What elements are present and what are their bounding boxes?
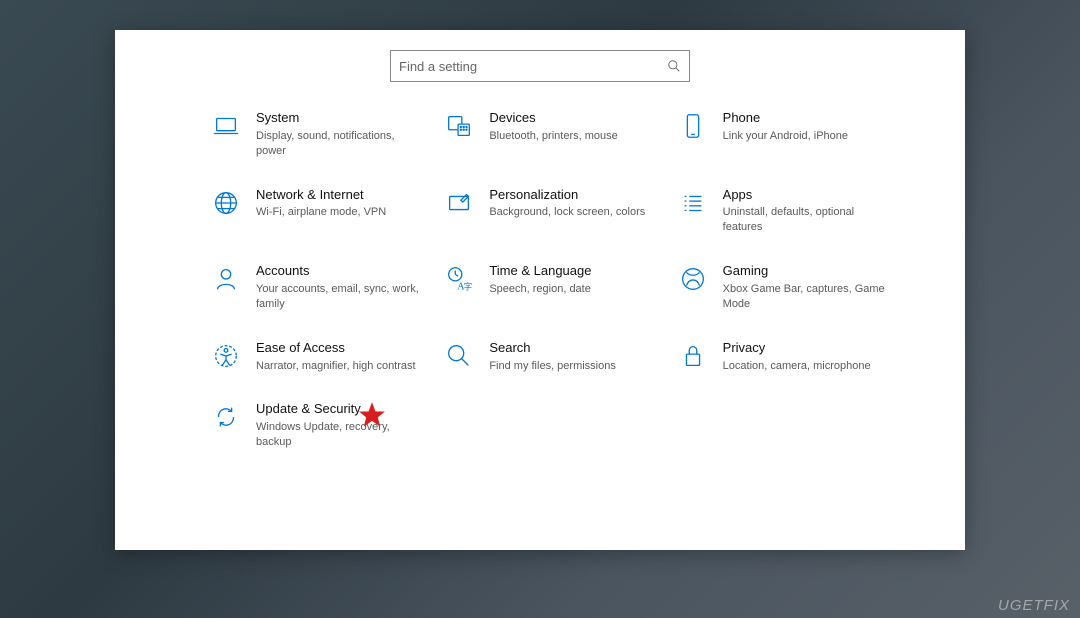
search-box[interactable] xyxy=(390,50,690,82)
category-title: System xyxy=(256,110,426,127)
category-desc: Bluetooth, printers, mouse xyxy=(489,129,617,144)
lock-icon xyxy=(677,340,709,372)
category-ease-of-access[interactable]: Ease of Access Narrator, magnifier, high… xyxy=(210,340,433,374)
category-privacy[interactable]: Privacy Location, camera, microphone xyxy=(677,340,900,374)
category-time-language[interactable]: A字 Time & Language Speech, region, date xyxy=(443,263,666,312)
category-title: Accounts xyxy=(256,263,426,280)
phone-icon xyxy=(677,110,709,142)
category-desc: Find my files, permissions xyxy=(489,359,616,374)
time-language-icon: A字 xyxy=(443,263,475,295)
category-title: Search xyxy=(489,340,616,357)
devices-icon xyxy=(443,110,475,142)
category-desc: Wi-Fi, airplane mode, VPN xyxy=(256,205,386,220)
person-icon xyxy=(210,263,242,295)
category-desc: Display, sound, notifications, power xyxy=(256,129,426,159)
svg-text:字: 字 xyxy=(464,281,472,291)
category-phone[interactable]: Phone Link your Android, iPhone xyxy=(677,110,900,159)
magnifier-icon xyxy=(443,340,475,372)
watermark-text: UGETFIX xyxy=(998,597,1070,614)
category-title: Apps xyxy=(723,187,893,204)
search-container xyxy=(115,50,965,82)
category-title: Gaming xyxy=(723,263,893,280)
apps-icon xyxy=(677,187,709,219)
category-update-security[interactable]: Update & Security Windows Update, recove… xyxy=(210,401,433,450)
category-desc: Speech, region, date xyxy=(489,282,591,297)
category-desc: Uninstall, defaults, optional features xyxy=(723,205,893,235)
category-gaming[interactable]: Gaming Xbox Game Bar, captures, Game Mod… xyxy=(677,263,900,312)
update-icon xyxy=(210,401,242,433)
category-title: Network & Internet xyxy=(256,187,386,204)
category-desc: Xbox Game Bar, captures, Game Mode xyxy=(723,282,893,312)
category-title: Ease of Access xyxy=(256,340,416,357)
category-title: Devices xyxy=(489,110,617,127)
category-desc: Location, camera, microphone xyxy=(723,359,871,374)
category-desc: Windows Update, recovery, backup xyxy=(256,420,426,450)
category-desc: Background, lock screen, colors xyxy=(489,205,645,220)
category-desc: Narrator, magnifier, high contrast xyxy=(256,359,416,374)
category-title: Time & Language xyxy=(489,263,591,280)
highlight-star-icon xyxy=(358,401,386,429)
category-desc: Link your Android, iPhone xyxy=(723,129,848,144)
category-search[interactable]: Search Find my files, permissions xyxy=(443,340,666,374)
category-accounts[interactable]: Accounts Your accounts, email, sync, wor… xyxy=(210,263,433,312)
search-input[interactable] xyxy=(399,59,667,74)
category-devices[interactable]: Devices Bluetooth, printers, mouse xyxy=(443,110,666,159)
globe-icon xyxy=(210,187,242,219)
category-system[interactable]: System Display, sound, notifications, po… xyxy=(210,110,433,159)
laptop-icon xyxy=(210,110,242,142)
category-title: Update & Security xyxy=(256,401,426,418)
category-network[interactable]: Network & Internet Wi-Fi, airplane mode,… xyxy=(210,187,433,236)
category-title: Phone xyxy=(723,110,848,127)
category-apps[interactable]: Apps Uninstall, defaults, optional featu… xyxy=(677,187,900,236)
category-title: Privacy xyxy=(723,340,871,357)
paint-icon xyxy=(443,187,475,219)
category-personalization[interactable]: Personalization Background, lock screen,… xyxy=(443,187,666,236)
search-icon xyxy=(667,59,681,73)
category-title: Personalization xyxy=(489,187,645,204)
category-desc: Your accounts, email, sync, work, family xyxy=(256,282,426,312)
xbox-icon xyxy=(677,263,709,295)
settings-panel: System Display, sound, notifications, po… xyxy=(115,30,965,550)
categories-grid: System Display, sound, notifications, po… xyxy=(115,110,965,450)
accessibility-icon xyxy=(210,340,242,372)
